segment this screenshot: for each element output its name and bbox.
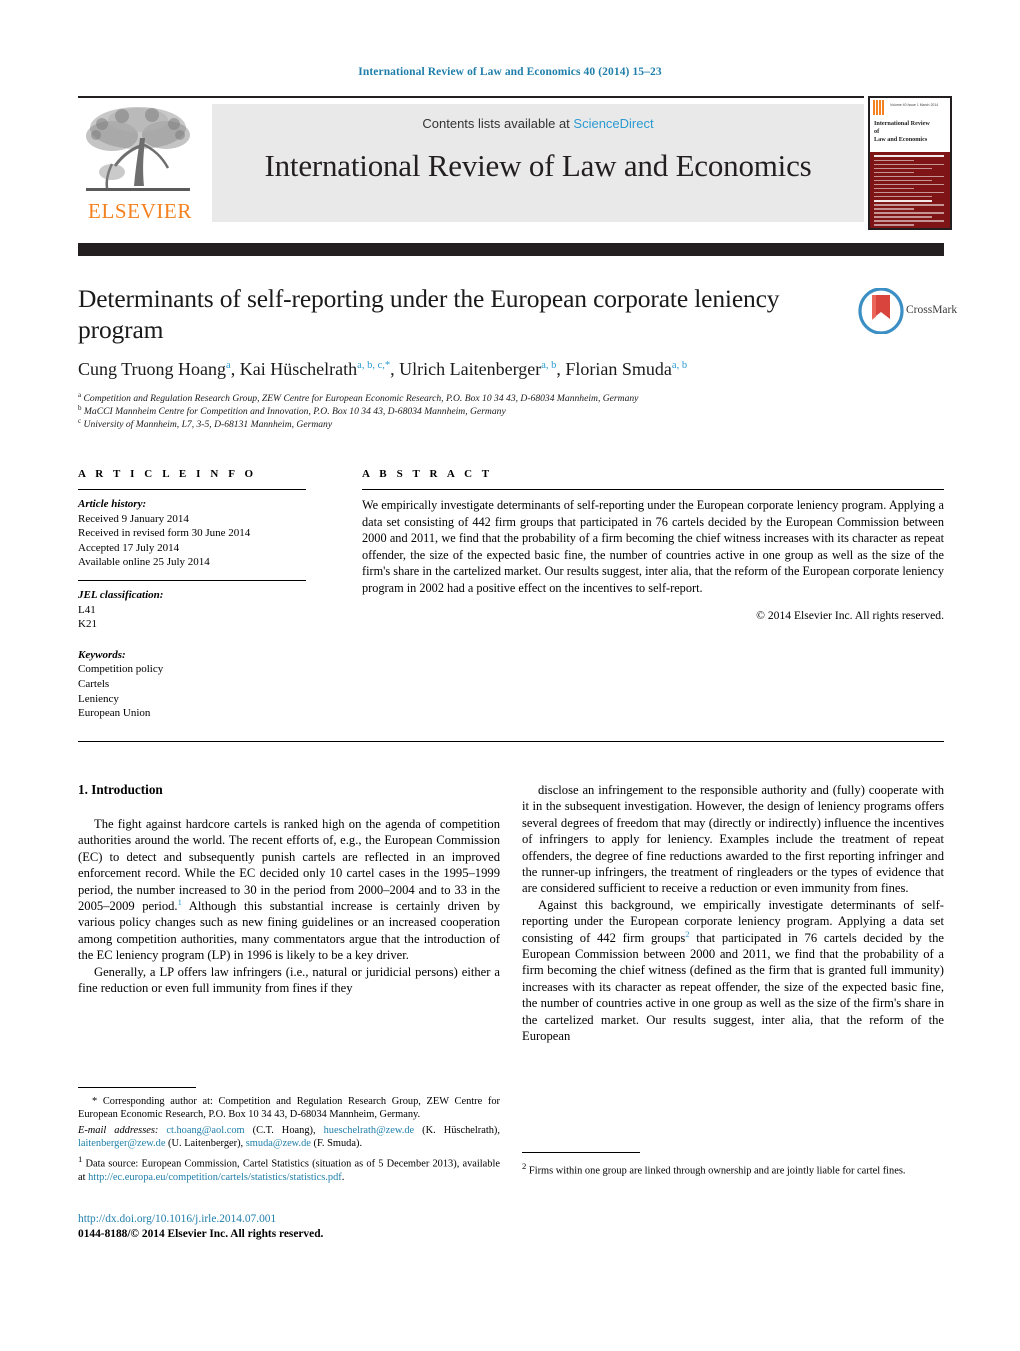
body-column-left: 1. Introduction The fight against hardco… [78, 782, 500, 996]
abstract-column: A B S T R A C T We empirically investiga… [362, 468, 944, 622]
journal-title: International Review of Law and Economic… [264, 148, 812, 183]
footnote-rule [78, 1087, 196, 1088]
issn-copyright: 0144-8188/© 2014 Elsevier Inc. All right… [78, 1228, 324, 1240]
jel-item: L41 [78, 603, 96, 616]
running-head: International Review of Law and Economic… [358, 66, 662, 78]
jel-title: JEL classification: [78, 588, 164, 601]
article-page: International Review of Law and Economic… [0, 0, 1020, 1351]
jel-group: JEL classification: L41 K21 [78, 588, 306, 632]
paragraph: disclose an infringement to the responsi… [522, 783, 944, 896]
body-separator-rule [78, 741, 944, 742]
doi-link[interactable]: http://dx.doi.org/10.1016/j.irle.2014.07… [78, 1212, 538, 1227]
keyword-item: Leniency [78, 692, 119, 705]
footnote-1: 1 Data source: European Commission, Cart… [78, 1153, 500, 1183]
footnote-2: 2 Firms within one group are linked thro… [522, 1161, 906, 1177]
affiliation-marker-c: c [78, 417, 82, 426]
crossmark-label: CrossMark [906, 304, 958, 316]
article-info-rule [78, 489, 306, 490]
cover-header: Volume 40 Issue 1 March 2014 [870, 98, 950, 118]
abstract-heading: A B S T R A C T [362, 468, 493, 480]
page-title: Determinants of self-reporting under the… [78, 284, 780, 344]
cover-title-block: International Review of Law and Economic… [870, 118, 950, 152]
paragraph: Against this background, we empirically … [522, 897, 944, 1044]
affiliation-text-b: MaCCI Mannheim Centre for Competition an… [83, 406, 506, 418]
jel-item: K21 [78, 618, 97, 631]
masthead-bottom-bar [78, 243, 944, 256]
abstract-rule [362, 489, 944, 490]
history-item: Available online 25 July 2014 [78, 556, 210, 569]
history-item: Received 9 January 2014 [78, 512, 189, 525]
keywords-title: Keywords: [78, 648, 126, 661]
paragraph: The fight against hardcore cartels is ra… [78, 817, 500, 963]
affiliation-marker-a: a [78, 390, 82, 399]
affiliation-text-a: Competition and Regulation Research Grou… [83, 393, 639, 404]
affiliation-b: b MaCCI Mannheim Centre for Competition … [78, 405, 848, 418]
elsevier-wordmark: ELSEVIER [88, 199, 192, 223]
keyword-item: Competition policy [78, 663, 164, 676]
crossmark-icon [858, 288, 904, 334]
keyword-item: Cartels [78, 677, 110, 690]
article-history-title: Article history: [78, 498, 147, 510]
cover-elsevier-icon [873, 100, 885, 115]
footnote-emails: E-mail addresses: ct.hoang@aol.com (C.T.… [78, 1124, 500, 1150]
abstract-text: We empirically investigate determinants … [362, 498, 944, 595]
contents-available-line: Contents lists available at ScienceDirec… [212, 116, 864, 131]
journal-cover-thumbnail: Volume 40 Issue 1 March 2014 Internation… [868, 96, 952, 230]
footnotes-right: 2 Firms within one group are linked thro… [522, 1152, 944, 1178]
affiliation-marker-b: b [78, 404, 82, 413]
footnotes-left: * Corresponding author at: Competition a… [78, 1087, 500, 1184]
journal-masthead: ELSEVIER Contents lists available at Sci… [78, 96, 952, 230]
footnote-rule [522, 1152, 640, 1153]
cover-volume-text: Volume 40 Issue 1 March 2014 [890, 103, 939, 107]
sciencedirect-band: Contents lists available at ScienceDirec… [212, 104, 864, 222]
footer-block: http://dx.doi.org/10.1016/j.irle.2014.07… [78, 1212, 538, 1242]
contents-prefix: Contents lists available at [422, 116, 574, 131]
article-history-group: Article history: Received 9 January 2014… [78, 497, 306, 570]
masthead-top-rule [78, 96, 864, 98]
cover-title-line-2: of [874, 128, 880, 135]
section-heading-introduction: 1. Introduction [78, 782, 163, 797]
sciencedirect-link[interactable]: ScienceDirect [573, 116, 653, 131]
author-list: Cung Truong Hoanga, Kai Hüschelratha, b,… [78, 359, 688, 379]
article-info-divider [78, 579, 306, 581]
cover-title-line-3: Law and Economics [874, 136, 928, 143]
affiliation-a: a Competition and Regulation Research Gr… [78, 390, 848, 405]
abstract-copyright: © 2014 Elsevier Inc. All rights reserved… [756, 608, 944, 622]
paragraph: Generally, a LP offers law infringers (i… [78, 964, 500, 996]
cover-title-line-1: International Review [874, 120, 930, 127]
elsevier-logo: ELSEVIER [78, 102, 202, 228]
keyword-item: European Union [78, 707, 151, 720]
affiliation-list: a Competition and Regulation Research Gr… [78, 390, 848, 432]
affiliation-text-c: University of Mannheim, L7, 3-5, D-68131… [83, 419, 333, 431]
article-info-column: A R T I C L E I N F O Article history: R… [78, 468, 306, 721]
elsevier-tree-icon [86, 107, 190, 191]
article-info-heading: A R T I C L E I N F O [78, 468, 257, 480]
crossmark-badge[interactable]: CrossMark [858, 288, 958, 336]
cover-toc-lines [870, 152, 950, 228]
body-column-right: disclose an infringement to the responsi… [522, 782, 944, 1045]
title-block: Determinants of self-reporting under the… [78, 283, 848, 432]
footnote-corresponding-author: * Corresponding author at: Competition a… [78, 1096, 500, 1121]
history-item: Received in revised form 30 June 2014 [78, 527, 251, 540]
affiliation-c: c University of Mannheim, L7, 3-5, D-681… [78, 418, 848, 431]
history-item: Accepted 17 July 2014 [78, 541, 180, 554]
keywords-group: Keywords: Competition policy Cartels Len… [78, 648, 306, 721]
